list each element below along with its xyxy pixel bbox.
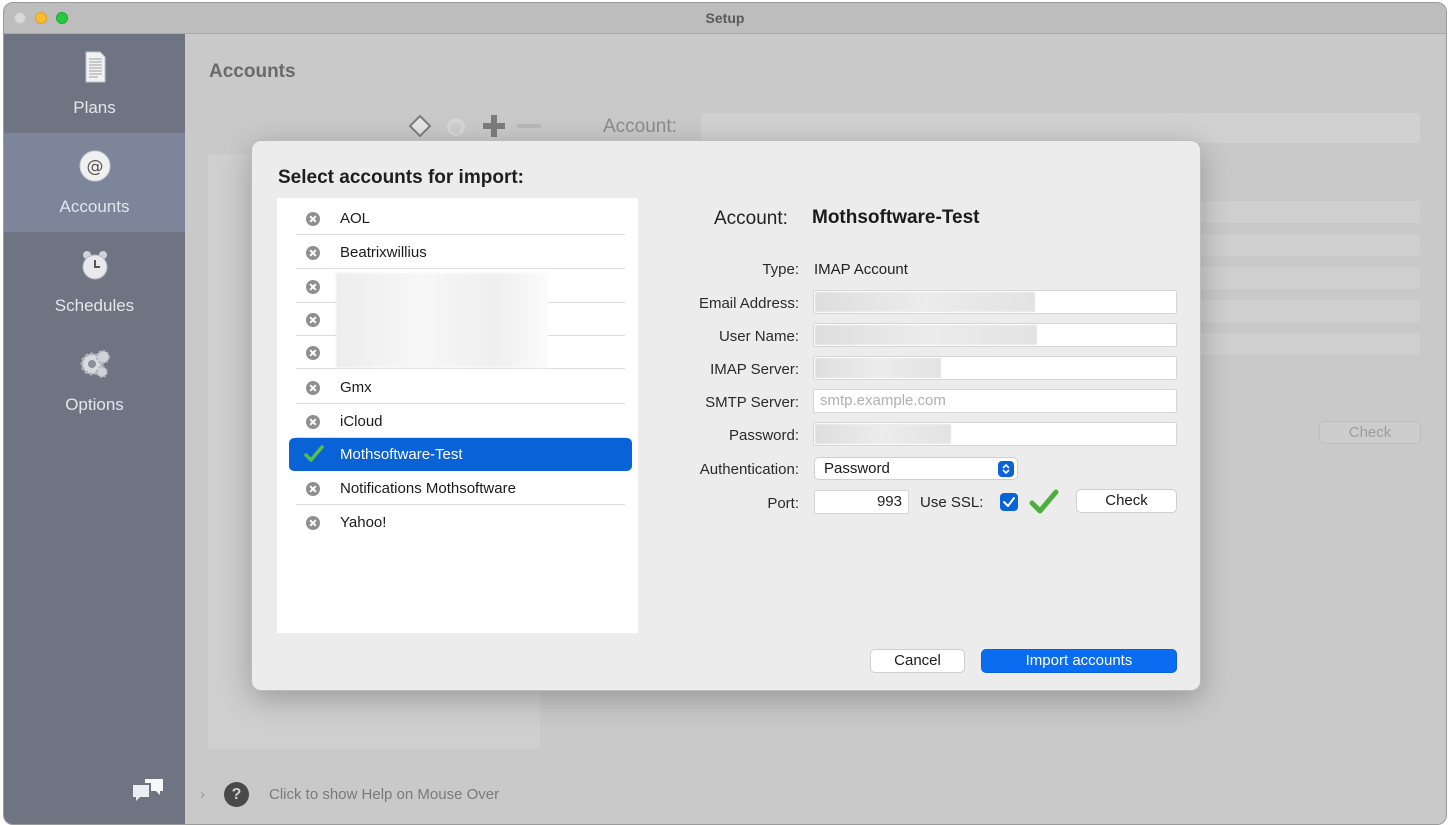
cancel-button[interactable]: Cancel	[870, 649, 965, 673]
at-sign-icon[interactable]: @	[447, 118, 465, 136]
imap-server-label: IMAP Server:	[710, 361, 799, 378]
type-label: Type:	[762, 261, 799, 278]
email-field[interactable]	[813, 290, 1177, 314]
sidebar-item-options[interactable]: Options	[4, 331, 185, 430]
redacted-value	[815, 424, 951, 444]
authentication-value: Password	[824, 460, 890, 477]
excluded-icon	[306, 415, 320, 429]
port-field[interactable]: 993	[814, 490, 909, 514]
check-button[interactable]: Check	[1076, 489, 1177, 513]
svg-text:@: @	[87, 157, 104, 177]
page-title: Accounts	[209, 61, 296, 82]
sidebar-item-accounts[interactable]: @ Accounts	[4, 133, 185, 232]
title-bar: Setup	[4, 3, 1446, 34]
authentication-select[interactable]: Password	[814, 457, 1018, 480]
account-name: Yahoo!	[340, 514, 387, 531]
excluded-icon	[306, 313, 320, 327]
imap-server-field[interactable]	[813, 356, 1177, 380]
password-label: Password:	[728, 427, 799, 444]
account-name: iCloud	[340, 413, 383, 430]
type-value: IMAP Account	[814, 261, 908, 278]
redacted-value	[815, 325, 1037, 345]
sort-icon[interactable]	[408, 114, 432, 138]
gears-icon	[80, 350, 110, 378]
account-toolbar: @	[408, 114, 541, 138]
excluded-icon	[306, 381, 320, 395]
sidebar-item-schedules[interactable]: Schedules	[4, 232, 185, 331]
chevron-right-icon[interactable]: ›	[200, 786, 205, 803]
list-item[interactable]: Gmx	[296, 371, 625, 404]
list-item[interactable]: Beatrixwillius	[296, 236, 625, 269]
account-name: Notifications Mothsoftware	[340, 480, 516, 497]
excluded-icon	[306, 246, 320, 260]
authentication-label: Authentication:	[699, 461, 799, 478]
excluded-icon	[306, 280, 320, 294]
excluded-icon	[306, 482, 320, 496]
account-field[interactable]	[701, 113, 1420, 143]
document-icon	[85, 51, 106, 83]
port-label: Port:	[767, 495, 799, 512]
help-text: Click to show Help on Mouse Over	[269, 786, 500, 803]
at-sign-icon: @	[79, 150, 111, 182]
redacted-value	[815, 358, 941, 378]
list-item-selected[interactable]: Mothsoftware-Test	[289, 438, 632, 471]
redacted-value	[815, 292, 1035, 312]
account-name: AOL	[340, 210, 371, 227]
list-item[interactable]: iCloud	[296, 405, 625, 438]
account-name: Beatrixwillius	[340, 244, 427, 261]
account-name: Gmx	[340, 379, 372, 396]
import-accounts-button[interactable]: Import accounts	[981, 649, 1177, 673]
smtp-server-field[interactable]: smtp.example.com	[813, 389, 1177, 413]
email-label: Email Address:	[698, 295, 799, 312]
alarm-clock-icon	[82, 251, 108, 280]
use-ssl-checkbox[interactable]	[1000, 493, 1018, 511]
username-field[interactable]	[813, 323, 1177, 347]
help-icon[interactable]: ?	[224, 782, 249, 807]
username-label: User Name:	[718, 328, 799, 345]
sidebar-item-plans[interactable]: Plans	[4, 34, 185, 133]
sidebar-item-label: Options	[65, 395, 124, 414]
import-accounts-dialog: Select accounts for import: AOL Beatrixw…	[251, 140, 1201, 691]
feedback-icon[interactable]	[131, 775, 165, 807]
checkmark-icon	[1029, 489, 1059, 514]
sidebar: Plans @ Accounts Schedules Options	[4, 34, 185, 824]
sidebar-item-label: Schedules	[54, 296, 135, 315]
dialog-title: Select accounts for import:	[278, 167, 524, 188]
excluded-icon	[306, 346, 320, 360]
account-import-list: AOL Beatrixwillius Gmx iCloud Mothsoftwa…	[277, 198, 638, 633]
redacted-account-names	[336, 273, 548, 368]
sidebar-item-label: Accounts	[59, 197, 130, 216]
list-item[interactable]: AOL	[296, 202, 625, 235]
checkmark-icon	[304, 445, 324, 462]
svg-text:@: @	[451, 121, 462, 134]
list-item[interactable]: Yahoo!	[296, 506, 625, 539]
account-label: Account:	[714, 208, 788, 229]
add-icon[interactable]	[483, 115, 505, 137]
window-title: Setup	[705, 10, 745, 26]
check-button[interactable]: Check	[1319, 421, 1421, 444]
chevron-up-down-icon	[998, 461, 1014, 477]
account-label: Account:	[603, 116, 677, 137]
remove-icon[interactable]	[517, 124, 541, 128]
list-item[interactable]: Notifications Mothsoftware	[296, 472, 625, 505]
password-field[interactable]	[813, 422, 1177, 446]
excluded-icon	[306, 516, 320, 530]
excluded-icon	[306, 212, 320, 226]
setup-window: Setup Plans @ Accounts Schedules Options…	[3, 2, 1447, 825]
smtp-server-label: SMTP Server:	[705, 394, 799, 411]
account-name: Mothsoftware-Test	[340, 446, 463, 463]
ssl-label: Use SSL:	[920, 494, 984, 511]
sidebar-item-label: Plans	[73, 98, 116, 117]
account-name-value: Mothsoftware-Test	[812, 207, 980, 228]
